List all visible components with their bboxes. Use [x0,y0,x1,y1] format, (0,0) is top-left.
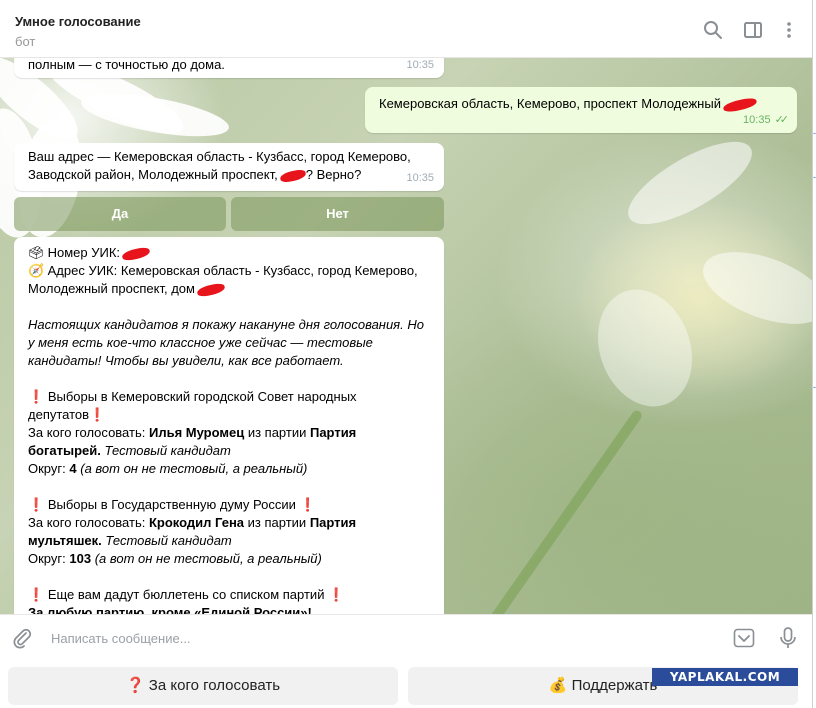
party-name: Партия [309,425,357,440]
more-vertical-icon[interactable] [778,19,800,41]
district-label: Округ: [28,461,66,476]
election-title: депутатов [28,407,90,422]
exclamation-icon: ❗ [28,497,45,512]
uik-address: Молодежный проспект, дом [28,281,195,296]
exclamation-icon: ❗ [89,407,106,422]
chat-subtitle: бот [15,34,36,49]
redaction-mark [121,245,151,262]
redaction-mark [196,281,226,298]
message-time: 10:35 [743,114,771,126]
intro-text: Настоящих кандидатов я покажу накануне д… [28,317,424,332]
message-time: 10:35 [406,172,434,184]
exclamation-icon: ❗ [299,497,316,512]
double-check-icon: ✓✓ [774,114,790,126]
bot-keyboard-icon[interactable] [733,628,755,648]
district-number: 4 [69,461,77,476]
vote-for-label: За кого голосовать: [28,425,146,440]
recommendation-text: За любую партию, кроме «Единой России»! [28,605,312,614]
district-note: (а вот он не тестовый, а реальный) [80,461,308,476]
keyboard-button-who-to-vote[interactable]: ❓ За кого голосовать [8,667,398,705]
message-text: Ваш адрес — Кемеровская область - Кузбас… [28,149,411,164]
chat-history[interactable]: полным — с точностью до дома. 10:35 Кеме… [0,58,812,614]
election-title: Выборы в Государственную думу России [47,497,296,512]
message-input[interactable] [51,629,691,647]
watermark: YAPLAKAL.COM [652,668,798,686]
wallpaper-stem [486,408,644,614]
ballot-box-icon: 🗳 [28,245,45,260]
sidebar-toggle-icon[interactable] [742,19,764,41]
wallpaper-petal [582,276,708,420]
incoming-message[interactable]: полным — с точностью до дома. 10:35 [14,58,444,78]
incoming-message[interactable]: 🗳 Номер УИК: 🧭 Адрес УИК: Кемеровская об… [14,237,444,614]
message-text: полным — с точностью до дома. [28,58,225,72]
chat-title[interactable]: Умное голосование [15,14,141,29]
inline-button-yes[interactable]: Да [14,197,226,231]
exclamation-icon: ❗ [28,587,45,602]
wallpaper-petal [693,237,812,339]
message-text: Заводской район, Молодежный проспект, [28,167,278,182]
paperclip-icon[interactable] [11,627,33,649]
wallpaper-petal [78,85,232,145]
election-title: Выборы в Кемеровский городской Совет нар… [47,389,357,404]
scrollbar-track[interactable] [812,0,816,708]
candidate-name: Илья Муромец [148,425,245,440]
outgoing-message[interactable]: Кемеровская область, Кемерово, проспект … [365,87,797,133]
message-time: 10:35 [406,59,434,71]
chat-header: Умное голосование бот [0,0,812,58]
from-party-label: из партии [247,425,307,440]
compass-icon: 🧭 [28,263,45,278]
test-candidate-note: Тестовый кандидат [105,533,232,548]
district-note: (а вот он не тестовый, а реальный) [94,551,322,566]
vote-for-label: За кого голосовать: [28,515,146,530]
incoming-message[interactable]: Ваш адрес — Кемеровская область - Кузбас… [14,143,444,191]
inline-button-no[interactable]: Нет [231,197,444,231]
election-title: Еще вам дадут бюллетень со списком парти… [47,587,325,602]
intro-text: кандидаты! Чтобы вы увидели, как все раб… [28,353,344,368]
wallpaper-petal [616,126,764,240]
from-party-label: из партии [247,515,307,530]
message-composer [0,614,812,660]
intro-text: у меня есть кое-что классное уже сейчас … [28,335,373,350]
message-text: Кемеровская область, Кемерово, проспект … [379,96,721,111]
district-label: Округ: [28,551,66,566]
test-candidate-note: Тестовый кандидат [104,443,231,458]
district-number: 103 [69,551,92,566]
search-icon[interactable] [702,19,724,41]
microphone-icon[interactable] [777,626,799,650]
uik-address: Адрес УИК: Кемеровская область - Кузбасс… [47,263,418,278]
candidate-name: Крокодил Гена [148,515,245,530]
redaction-mark [278,167,307,184]
exclamation-icon: ❗ [28,389,45,404]
party-name: Партия [309,515,357,530]
exclamation-icon: ❗ [328,587,345,602]
party-name: мультяшек. [28,533,102,548]
message-text: ? Верно? [305,167,362,182]
uik-number-label: Номер УИК: [47,245,121,260]
party-name: богатырей. [28,443,101,458]
